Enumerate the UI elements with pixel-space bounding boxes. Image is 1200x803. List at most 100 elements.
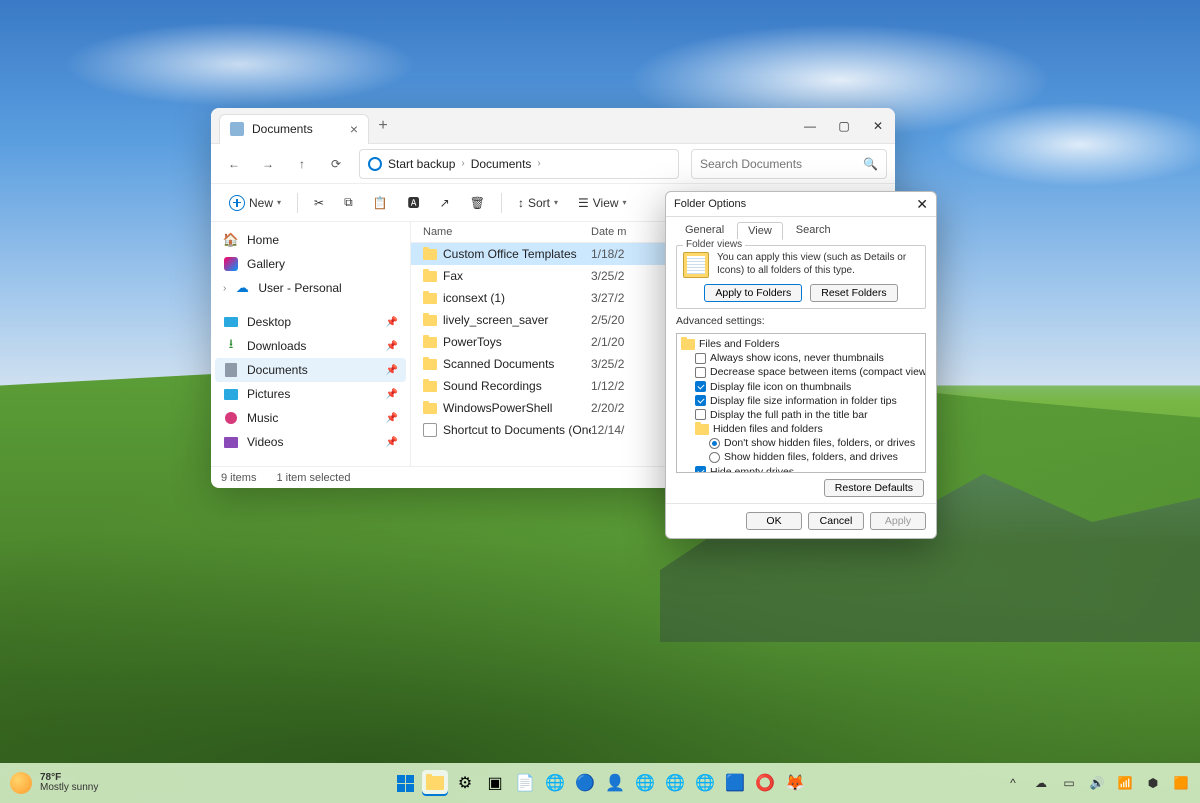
advanced-settings-tree[interactable]: Files and FoldersAlways show icons, neve… <box>676 333 926 473</box>
sort-button[interactable]: ↕Sort▾ <box>510 192 566 214</box>
sidebar-item[interactable]: Music📌 <box>215 406 406 430</box>
reset-folders-button[interactable]: Reset Folders <box>810 284 897 302</box>
dialog-close-button[interactable]: ✕ <box>916 196 928 213</box>
file-date: 2/1/20 <box>591 335 661 349</box>
cut-button[interactable]: ✂ <box>306 192 332 214</box>
tray-icon[interactable]: ⬢ <box>1144 774 1162 792</box>
tree-item[interactable]: Display file size information in folder … <box>681 394 921 408</box>
tray-icon[interactable]: ▭ <box>1060 774 1078 792</box>
weather-widget[interactable]: 78°F Mostly sunny <box>10 772 98 794</box>
network-icon[interactable]: 📶 <box>1116 774 1134 792</box>
taskbar-settings[interactable]: ⚙ <box>452 770 478 796</box>
cancel-button[interactable]: Cancel <box>808 512 864 530</box>
taskbar-chrome[interactable]: ⭕ <box>752 770 778 796</box>
checkbox[interactable] <box>695 466 706 473</box>
tree-item[interactable]: Show hidden files, folders, and drives <box>681 450 921 464</box>
taskbar-apps: ⚙ ▣ 📄 🌐 🔵 👤 🌐 🌐 🌐 🟦 ⭕ 🦊 <box>392 770 808 796</box>
folder-views-legend: Folder views <box>683 239 745 250</box>
tree-item[interactable]: Hide empty drives <box>681 465 921 473</box>
delete-button[interactable]: 🗑 <box>462 192 493 214</box>
forward-button[interactable]: → <box>253 149 283 179</box>
address-bar[interactable]: Start backup › Documents › <box>359 149 679 179</box>
tree-item-label: Decrease space between items (compact vi… <box>710 365 926 379</box>
new-tab-button[interactable]: + <box>369 117 397 135</box>
sidebar-item[interactable]: Gallery <box>215 252 406 276</box>
rename-button[interactable]: 🅰 <box>400 190 428 215</box>
new-button[interactable]: New▾ <box>221 191 289 215</box>
radio[interactable] <box>709 438 720 449</box>
tree-item[interactable]: Always show icons, never thumbnails <box>681 351 921 365</box>
ok-button[interactable]: OK <box>746 512 802 530</box>
tree-item[interactable]: Display file icon on thumbnails <box>681 380 921 394</box>
start-button[interactable] <box>392 770 418 796</box>
taskbar-edge-beta[interactable]: 🌐 <box>632 770 658 796</box>
checkbox[interactable] <box>695 353 706 364</box>
tree-item[interactable]: Display the full path in the title bar <box>681 408 921 422</box>
taskbar-app[interactable]: 👤 <box>602 770 628 796</box>
sidebar-item[interactable]: Documents📌 <box>215 358 406 382</box>
advanced-settings-label: Advanced settings: <box>676 315 926 327</box>
view-button[interactable]: ☰View▾ <box>570 192 635 214</box>
apply-to-folders-button[interactable]: Apply to Folders <box>704 284 802 302</box>
col-date[interactable]: Date m <box>591 226 661 238</box>
back-button[interactable]: ← <box>219 149 249 179</box>
file-date: 1/12/2 <box>591 379 661 393</box>
taskbar-firefox[interactable]: 🦊 <box>782 770 808 796</box>
sidebar-item[interactable]: Pictures📌 <box>215 382 406 406</box>
checkbox[interactable] <box>695 381 706 392</box>
folder-views-group: Folder views You can apply this view (su… <box>676 245 926 309</box>
checkbox[interactable] <box>695 409 706 420</box>
breadcrumb-current[interactable]: Documents <box>471 157 532 171</box>
tray-overflow[interactable]: ^ <box>1004 774 1022 792</box>
radio[interactable] <box>709 452 720 463</box>
tree-item-label: Show hidden files, folders, and drives <box>724 450 898 464</box>
taskbar-file-explorer[interactable] <box>422 770 448 796</box>
tab-general[interactable]: General <box>674 221 735 239</box>
sidebar-item[interactable]: Videos📌 <box>215 430 406 454</box>
copy-button[interactable]: ⧉ <box>336 191 361 214</box>
restore-defaults-button[interactable]: Restore Defaults <box>824 479 924 497</box>
up-button[interactable]: ↑ <box>287 149 317 179</box>
folder-icon <box>695 424 709 435</box>
taskbar-edge[interactable]: 🌐 <box>542 770 568 796</box>
maximize-button[interactable]: ▢ <box>827 108 861 144</box>
dialog-titlebar: Folder Options ✕ <box>666 192 936 217</box>
taskbar-app[interactable]: 📄 <box>512 770 538 796</box>
system-tray: ^ ☁ ▭ 🔊 📶 ⬢ 🟧 <box>1004 774 1190 792</box>
tab-view[interactable]: View <box>737 222 783 240</box>
folder-icon <box>423 249 437 260</box>
tree-item[interactable]: Don't show hidden files, folders, or dri… <box>681 436 921 450</box>
volume-icon[interactable]: 🔊 <box>1088 774 1106 792</box>
sidebar-item[interactable]: ›☁User - Personal <box>215 276 406 300</box>
checkbox[interactable] <box>695 395 706 406</box>
sidebar-item[interactable]: 🏠Home <box>215 228 406 252</box>
tree-item-label: Display the full path in the title bar <box>710 408 868 422</box>
apply-button[interactable]: Apply <box>870 512 926 530</box>
refresh-button[interactable]: ⟳ <box>321 149 351 179</box>
cloud-icon <box>368 157 382 171</box>
tree-item[interactable]: Decrease space between items (compact vi… <box>681 365 921 379</box>
file-name: PowerToys <box>443 335 502 349</box>
taskbar-edge-dev[interactable]: 🌐 <box>662 770 688 796</box>
search-input[interactable] <box>700 157 863 171</box>
taskbar-edge-canary[interactable]: 🌐 <box>692 770 718 796</box>
tab-search[interactable]: Search <box>785 221 842 239</box>
col-name[interactable]: Name <box>411 226 591 238</box>
tab-close-icon[interactable]: × <box>350 121 358 137</box>
taskbar-app[interactable]: 🟦 <box>722 770 748 796</box>
taskbar-terminal[interactable]: ▣ <box>482 770 508 796</box>
close-button[interactable]: ✕ <box>861 108 895 144</box>
copy-icon: ⧉ <box>344 195 353 210</box>
minimize-button[interactable]: — <box>793 108 827 144</box>
share-button[interactable]: ↗ <box>432 192 458 214</box>
tray-icon[interactable]: 🟧 <box>1172 774 1190 792</box>
onedrive-icon[interactable]: ☁ <box>1032 774 1050 792</box>
breadcrumb-root[interactable]: Start backup <box>388 157 455 171</box>
search-bar[interactable]: 🔍 <box>691 149 887 179</box>
tab-documents[interactable]: Documents × <box>219 114 369 144</box>
paste-button[interactable]: 📋 <box>365 192 396 214</box>
taskbar-app[interactable]: 🔵 <box>572 770 598 796</box>
sidebar-item[interactable]: ⭳Downloads📌 <box>215 334 406 358</box>
checkbox[interactable] <box>695 367 706 378</box>
sidebar-item[interactable]: Desktop📌 <box>215 310 406 334</box>
